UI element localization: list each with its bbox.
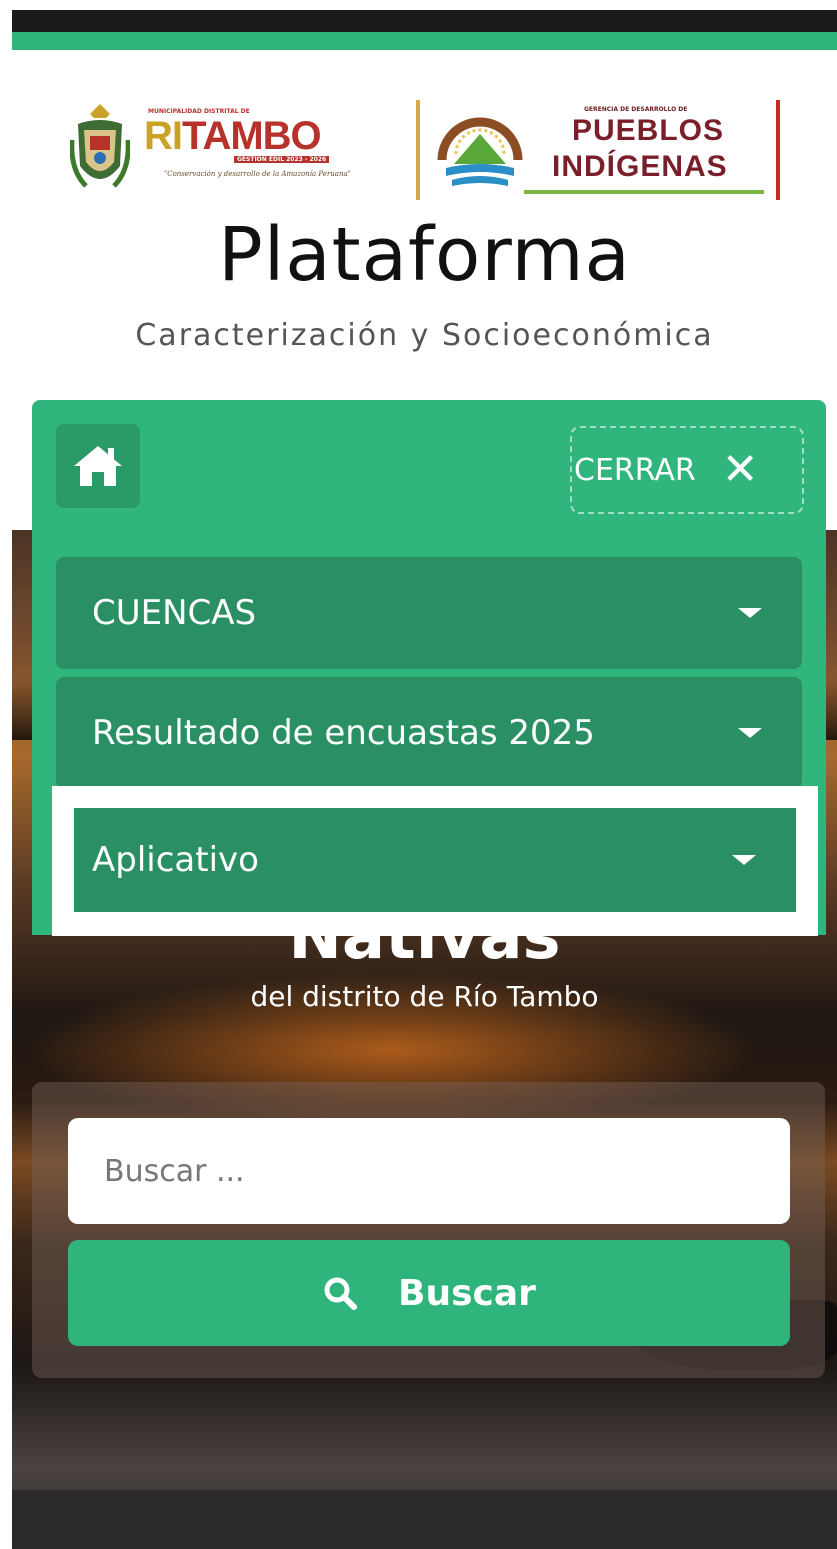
menu-item-label: Resultado de encuastas 2025 xyxy=(92,713,595,753)
logo-divider xyxy=(416,100,420,200)
nav-menu-header: CERRAR ✕ xyxy=(32,400,826,535)
pueblos-line2: INDÍGENAS xyxy=(552,150,728,183)
term-caption: GESTIÓN EDIL 2023 - 2026 xyxy=(234,156,330,163)
search-button[interactable]: Buscar xyxy=(68,1240,790,1346)
logo-row: MUNICIPALIDAD DISTRITAL DE RITAMBO GESTI… xyxy=(64,96,784,206)
logo-divider-right xyxy=(776,100,780,200)
hero-subtitle: del distrito de Río Tambo xyxy=(250,980,599,1013)
home-icon xyxy=(74,446,122,486)
pueblos-underline xyxy=(524,190,764,194)
sun-mountain-logo xyxy=(437,117,523,186)
pueblos-line1: PUEBLOS xyxy=(572,114,725,147)
chevron-down-icon xyxy=(738,608,762,618)
search-button-label: Buscar xyxy=(398,1272,536,1314)
tagline: "Conservación y desarrollo de la Amazoní… xyxy=(164,170,351,178)
municipal-crest-logo xyxy=(70,104,130,188)
top-accent-bar xyxy=(12,32,837,50)
search-input[interactable] xyxy=(68,1118,790,1224)
rio-text: RI xyxy=(144,114,183,158)
search-card: Buscar xyxy=(32,1082,825,1378)
tambo-text: TAMBO xyxy=(182,114,322,158)
status-bar xyxy=(12,10,837,32)
menu-item-label: Aplicativo xyxy=(92,840,259,880)
page-title: Plataforma xyxy=(218,212,631,298)
menu-item-cuencas[interactable]: CUENCAS xyxy=(56,557,802,669)
close-menu-label: CERRAR xyxy=(574,452,696,488)
search-icon xyxy=(324,1277,358,1310)
chevron-down-icon xyxy=(732,855,756,865)
menu-item-resultados[interactable]: Resultado de encuastas 2025 xyxy=(56,677,802,789)
menu-item-label: CUENCAS xyxy=(92,593,257,633)
close-icon: ✕ xyxy=(721,444,759,495)
page: MUNICIPALIDAD DISTRITAL DE RITAMBO GESTI… xyxy=(12,0,837,1549)
pueblos-caption: GERENCIA DE DESARROLLO DE xyxy=(584,106,688,113)
highlight-frame: Aplicativo xyxy=(52,786,818,936)
chevron-down-icon xyxy=(738,728,762,738)
page-subtitle: Caracterización y Socioeconómica xyxy=(135,318,714,353)
rio-tambo-logo-text: RITAMBO xyxy=(144,114,322,159)
home-button[interactable] xyxy=(56,424,140,508)
menu-item-aplicativo[interactable]: Aplicativo xyxy=(74,808,796,912)
close-menu-button[interactable]: CERRAR ✕ xyxy=(570,426,804,514)
hero-footer-strip xyxy=(12,1490,837,1549)
